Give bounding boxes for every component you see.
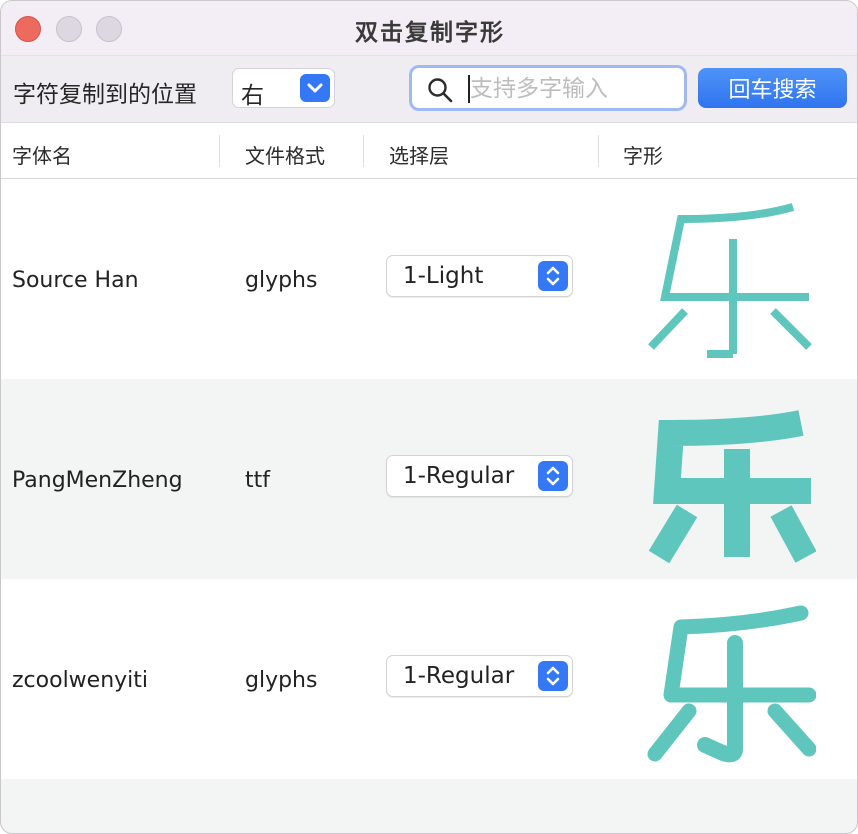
table-row[interactable]: PangMenZheng ttf 1-Regular — [1, 379, 857, 579]
column-divider[interactable] — [363, 135, 364, 167]
layer-value: 1-Regular — [403, 663, 515, 689]
layer-select[interactable]: 1-Regular — [386, 455, 573, 497]
chevron-up-down-icon — [538, 461, 568, 491]
search-input[interactable] — [470, 72, 675, 106]
font-name-cell: zcoolwenyiti — [12, 668, 149, 693]
search-icon — [427, 77, 453, 103]
glyph-preview-light[interactable] — [641, 199, 816, 364]
layer-value: 1-Light — [403, 263, 484, 289]
file-format-cell: ttf — [245, 468, 270, 493]
font-name-cell: Source Han — [12, 268, 139, 293]
toolbar: 字符复制到的位置 右 回车搜索 — [1, 56, 857, 122]
glyph-preview-regular[interactable] — [641, 599, 816, 764]
title-bar: 双击复制字形 — [1, 1, 857, 56]
table-row[interactable]: zcoolwenyiti glyphs 1-Regular — [1, 579, 857, 779]
column-header-font-name[interactable]: 字体名 — [12, 140, 72, 169]
table-row[interactable]: Source Han glyphs 1-Light — [1, 179, 857, 379]
chevron-down-icon — [300, 74, 330, 102]
layer-value: 1-Regular — [403, 463, 515, 489]
table-header: 字体名 文件格式 选择层 字形 — [1, 122, 857, 179]
search-button[interactable]: 回车搜索 — [698, 68, 847, 108]
copy-location-label: 字符复制到的位置 — [13, 82, 197, 108]
column-divider[interactable] — [219, 135, 220, 167]
layer-select[interactable]: 1-Light — [386, 255, 573, 297]
search-field[interactable] — [409, 65, 687, 111]
copy-location-select[interactable]: 右 — [232, 68, 335, 109]
column-divider[interactable] — [598, 135, 599, 167]
chevron-up-down-icon — [538, 661, 568, 691]
layer-select[interactable]: 1-Regular — [386, 655, 573, 697]
column-header-file-format[interactable]: 文件格式 — [245, 140, 325, 169]
chevron-up-down-icon — [538, 261, 568, 291]
window-title: 双击复制字形 — [355, 20, 505, 46]
file-format-cell: glyphs — [245, 668, 318, 693]
glyph-preview-heavy[interactable] — [641, 399, 816, 564]
font-name-cell: PangMenZheng — [12, 468, 183, 493]
column-header-glyph[interactable]: 字形 — [623, 140, 663, 169]
app-window: 双击复制字形 字符复制到的位置 右 回车搜索 字体名 — [0, 0, 858, 834]
file-format-cell: glyphs — [245, 268, 318, 293]
column-header-layer[interactable]: 选择层 — [389, 140, 449, 169]
copy-location-value: 右 — [241, 83, 264, 109]
